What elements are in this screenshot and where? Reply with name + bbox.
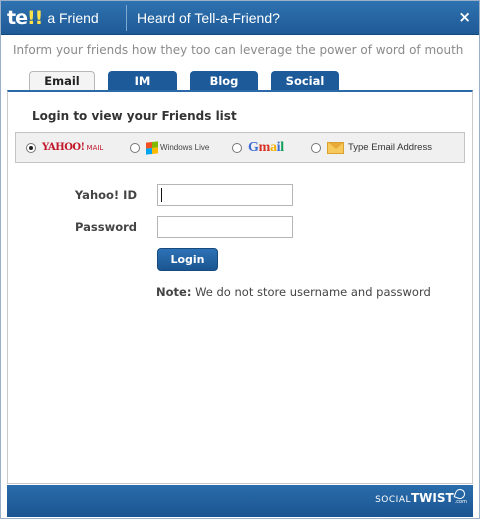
tab-social[interactable]: Social: [271, 71, 339, 90]
tagline: Inform your friends how they too can lev…: [13, 43, 464, 57]
yahoo-mail-logo: YAHOO! MAIL: [42, 142, 104, 153]
socialtwist-logo[interactable]: SOCIAL TWIST .com: [375, 487, 467, 505]
tell-a-friend-logo: te!! a Friend: [7, 5, 99, 31]
header-title: Heard of Tell-a-Friend?: [137, 10, 280, 26]
windows-live-radio[interactable]: [130, 142, 140, 153]
provider-selector: YAHOO! MAIL Windows Live Gmail Type Email…: [15, 132, 465, 163]
windows-live-label: Windows Live: [160, 143, 210, 152]
close-icon[interactable]: ×: [458, 8, 471, 26]
gmail-radio[interactable]: [232, 142, 242, 153]
windows-flag-icon: [146, 140, 158, 155]
type-email-radio[interactable]: [311, 142, 321, 153]
gmail-logo: Gmail: [248, 139, 284, 155]
provider-gmail[interactable]: Gmail: [232, 133, 284, 162]
logo-mark: te!!: [7, 7, 43, 29]
tab-blog[interactable]: Blog: [190, 71, 258, 90]
password-label: Password: [75, 220, 137, 234]
provider-yahoo[interactable]: YAHOO! MAIL: [26, 133, 103, 162]
widget-footer: SOCIAL TWIST .com: [7, 485, 473, 517]
tell-a-friend-widget: te!! a Friend Heard of Tell-a-Friend? × …: [0, 0, 480, 519]
email-panel: Login to view your Friends list YAHOO! MA…: [7, 90, 473, 484]
tab-im[interactable]: IM: [108, 71, 177, 90]
password-input[interactable]: [157, 216, 293, 238]
login-button[interactable]: Login: [157, 248, 218, 271]
panel-heading: Login to view your Friends list: [32, 109, 237, 123]
yahoo-radio[interactable]: [26, 142, 36, 153]
provider-windows-live[interactable]: Windows Live: [130, 133, 209, 162]
yahoo-id-label: Yahoo! ID: [74, 188, 137, 202]
envelope-icon: [327, 141, 344, 154]
privacy-note: Note: We do not store username and passw…: [156, 285, 431, 299]
header-divider: [126, 5, 127, 31]
widget-header: te!! a Friend Heard of Tell-a-Friend? ×: [1, 1, 479, 35]
tab-email[interactable]: Email: [29, 71, 95, 90]
text-caret: [161, 188, 162, 202]
type-email-label: Type Email Address: [348, 142, 432, 153]
logo-text: a Friend: [47, 10, 99, 26]
yahoo-id-input[interactable]: [157, 184, 293, 206]
provider-type-email[interactable]: Type Email Address: [311, 133, 432, 162]
tab-bar: Email IM Blog Social: [29, 71, 352, 90]
